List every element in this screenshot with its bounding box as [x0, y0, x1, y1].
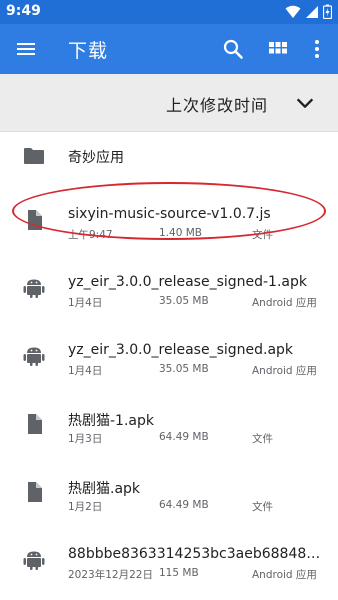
file-size: 64.49 MB	[159, 499, 209, 511]
file-name: 热剧猫-1.apk	[68, 413, 154, 429]
file-name: yz_eir_3.0.0_release_signed-1.apk	[68, 274, 307, 290]
app-bar: 下载	[0, 24, 338, 74]
battery-icon	[323, 4, 332, 19]
file-type: Android 应用	[252, 569, 317, 581]
more-vert-icon[interactable]	[305, 37, 329, 61]
sort-bar[interactable]: 上次修改时间	[0, 74, 338, 132]
search-icon[interactable]	[221, 37, 245, 61]
file-icon	[28, 414, 42, 434]
sort-label[interactable]: 上次修改时间	[166, 92, 268, 116]
android-icon	[23, 347, 45, 366]
file-size: 35.05 MB	[159, 363, 209, 375]
file-date: 1月3日	[68, 433, 103, 445]
file-date: 1月4日	[68, 365, 103, 377]
wifi-icon	[285, 5, 301, 18]
status-time: 9:49	[6, 3, 41, 19]
hamburger-menu-icon[interactable]	[14, 37, 38, 61]
file-type: 文件	[252, 433, 273, 445]
file-type: Android 应用	[252, 297, 317, 309]
file-size: 64.49 MB	[159, 431, 209, 443]
list-item[interactable]: 88bbbe8363314253bc3aeb6884891… 2023年12月2…	[0, 536, 338, 588]
file-date: 1月4日	[68, 297, 103, 309]
chevron-down-icon[interactable]	[294, 92, 316, 114]
folder-item[interactable]: 奇妙应用	[0, 132, 338, 180]
android-icon	[23, 279, 45, 298]
file-date: 1月2日	[68, 501, 103, 513]
list-item[interactable]: 热剧猫.apk 1月2日 64.49 MB 文件	[0, 468, 338, 520]
android-icon	[23, 551, 45, 570]
folder-name: 奇妙应用	[68, 150, 124, 166]
file-name: 热剧猫.apk	[68, 481, 141, 497]
file-size: 115 MB	[159, 567, 199, 579]
status-icons	[285, 4, 332, 19]
file-type: 文件	[252, 501, 273, 513]
file-name: yz_eir_3.0.0_release_signed.apk	[68, 342, 294, 358]
list-item[interactable]: yz_eir_3.0.0_release_signed.apk 1月4日 35.…	[0, 332, 338, 384]
signal-icon	[306, 5, 318, 18]
file-date: 2023年12月22日	[68, 569, 153, 581]
grid-view-icon[interactable]	[266, 37, 290, 61]
status-bar: 9:49	[0, 0, 338, 24]
file-icon	[28, 482, 42, 502]
list-item[interactable]: 热剧猫-1.apk 1月3日 64.49 MB 文件	[0, 400, 338, 452]
file-size: 35.05 MB	[159, 295, 209, 307]
page-title: 下载	[68, 40, 109, 62]
file-type: Android 应用	[252, 365, 317, 377]
file-name: 88bbbe8363314253bc3aeb6884891…	[68, 546, 324, 562]
list-item[interactable]: yz_eir_3.0.0_release_signed-1.apk 1月4日 3…	[0, 264, 338, 316]
annotation-ellipse	[12, 182, 326, 240]
folder-icon	[24, 148, 44, 164]
